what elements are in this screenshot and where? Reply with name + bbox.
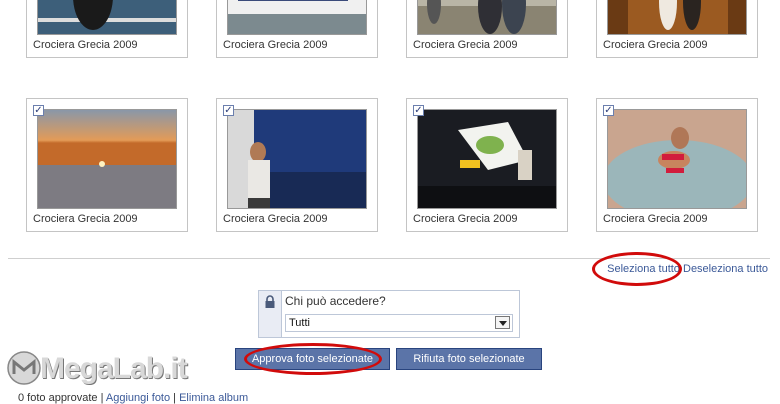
photo-thumbnail[interactable]	[607, 0, 747, 35]
photo-thumbnail[interactable]	[417, 109, 557, 209]
lock-icon	[265, 295, 275, 308]
approved-count: 0 foto approvate	[18, 392, 98, 404]
photo-caption: Crociera Grecia 2009	[223, 39, 328, 51]
photo-checkbox[interactable]: ✓	[223, 105, 234, 116]
photo-checkbox[interactable]: ✓	[603, 105, 614, 116]
photo-grid: Crociera Grecia 2009 Crociera Grecia 200…	[0, 0, 780, 240]
photo-caption: Crociera Grecia 2009	[603, 213, 708, 225]
photo-card[interactable]: ✓ Crociera Grecia 2009	[596, 98, 758, 232]
photo-caption: Crociera Grecia 2009	[223, 213, 328, 225]
watermark-text: MegaLab.it	[40, 352, 188, 385]
privacy-select[interactable]: Tutti	[285, 314, 513, 332]
photo-card[interactable]: Crociera Grecia 2009	[406, 0, 568, 58]
footer-separator: |	[173, 392, 177, 404]
photo-caption: Crociera Grecia 2009	[603, 39, 708, 51]
photo-card[interactable]: Crociera Grecia 2009	[216, 0, 378, 58]
annotation-ring	[244, 343, 382, 375]
photo-card[interactable]: ✓ Crociera Grecia 2009	[216, 98, 378, 232]
privacy-label: Chi può accedere?	[285, 294, 386, 308]
photo-thumbnail[interactable]	[227, 0, 367, 35]
photo-card[interactable]: Crociera Grecia 2009	[26, 0, 188, 58]
chevron-down-icon[interactable]	[495, 316, 510, 329]
add-photos-link[interactable]: Aggiungi foto	[106, 392, 170, 404]
photo-card[interactable]: Crociera Grecia 2009	[596, 0, 758, 58]
privacy-icon-column	[259, 291, 282, 337]
deselect-all-link[interactable]: Deseleziona tutto	[683, 263, 768, 275]
photo-caption: Crociera Grecia 2009	[413, 213, 518, 225]
photo-caption: Crociera Grecia 2009	[33, 39, 138, 51]
photo-checkbox[interactable]: ✓	[413, 105, 424, 116]
photo-caption: Crociera Grecia 2009	[33, 213, 138, 225]
annotation-ring	[592, 252, 682, 286]
photo-thumbnail[interactable]	[37, 109, 177, 209]
delete-album-link[interactable]: Elimina album	[179, 392, 248, 404]
photo-card[interactable]: ✓ Crociera Grecia 2009	[406, 98, 568, 232]
privacy-box: Chi può accedere? Tutti	[258, 290, 520, 338]
photo-card[interactable]: ✓ Crociera Grecia 2009	[26, 98, 188, 232]
photo-checkbox[interactable]: ✓	[33, 105, 44, 116]
photo-thumbnail[interactable]	[607, 109, 747, 209]
logo-badge-icon	[7, 351, 41, 385]
photo-caption: Crociera Grecia 2009	[413, 39, 518, 51]
photo-thumbnail[interactable]	[227, 109, 367, 209]
watermark-logo: MegaLab.it	[4, 348, 188, 394]
album-footer: 0 foto approvate | Aggiungi foto | Elimi…	[18, 392, 248, 404]
footer-separator: |	[100, 392, 104, 404]
photo-thumbnail[interactable]	[37, 0, 177, 35]
reject-selected-button[interactable]: Rifiuta foto selezionate	[396, 348, 542, 370]
photo-thumbnail[interactable]	[417, 0, 557, 35]
